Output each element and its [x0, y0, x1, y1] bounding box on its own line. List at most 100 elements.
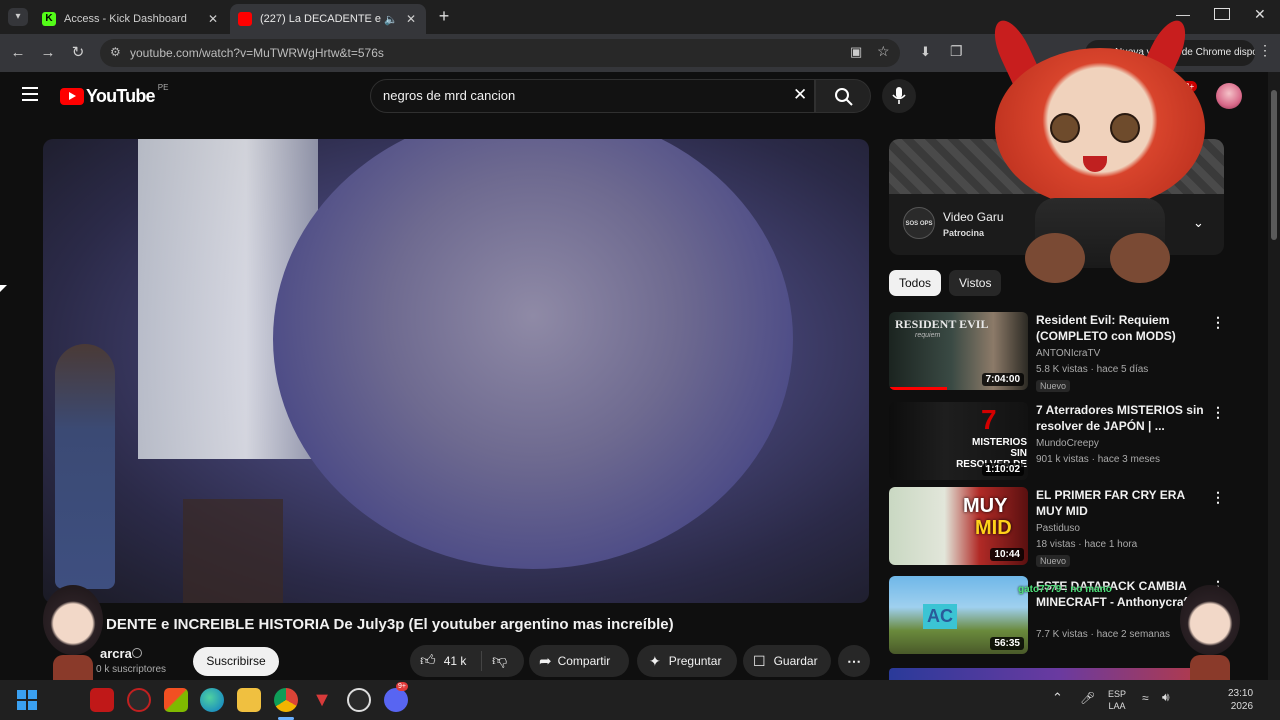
page-scrollbar[interactable] — [1268, 72, 1280, 680]
obs-icon[interactable] — [347, 688, 371, 712]
search-box[interactable]: negros de mrd cancion ✕ — [370, 79, 815, 113]
subscribe-button[interactable]: Suscribirse — [193, 647, 279, 676]
volume-icon[interactable]: 🔊︎ — [1162, 690, 1170, 705]
list-item[interactable]: RESIDENT EVIL requiem 7:04:00 Resident E… — [889, 312, 1229, 392]
thumb-text: AC — [923, 604, 957, 629]
windows-start-icon[interactable] — [17, 690, 37, 710]
clock-date: 2026 — [1230, 701, 1254, 712]
discord-icon[interactable]: 9+ — [384, 682, 408, 712]
search-icon — [835, 88, 853, 106]
close-window-button[interactable]: ✕ — [1254, 6, 1266, 23]
voice-search-button[interactable] — [882, 79, 916, 113]
video-thumbnail[interactable]: RESIDENT EVIL requiem 7:04:00 — [889, 312, 1028, 390]
chevron-up-icon[interactable]: ⌃ — [1052, 690, 1063, 706]
forward-button[interactable]: → — [38, 43, 58, 63]
kick-icon: K — [42, 12, 56, 26]
more-icon[interactable]: ⋮ — [1211, 314, 1225, 331]
video-title[interactable]: 7 Aterradores MISTERIOS sin resolver de … — [1036, 402, 1206, 434]
channel-name[interactable]: ANTONIcraTV — [1036, 348, 1100, 359]
video-player[interactable] — [43, 139, 869, 603]
microphone-tray-icon[interactable]: 🎤︎ — [1080, 691, 1095, 705]
app-icon-security[interactable] — [127, 688, 151, 712]
more-icon[interactable]: ⋮ — [1211, 404, 1225, 421]
app-icon-v[interactable]: ▼ — [310, 688, 334, 712]
cast-icon[interactable]: ▣ — [850, 44, 862, 60]
logo-text: YouTube — [86, 86, 156, 106]
channel-name[interactable]: Pastiduso — [1036, 523, 1080, 534]
thumb-text: MUY — [963, 495, 1008, 517]
search-button[interactable] — [815, 79, 871, 113]
url-text[interactable]: youtube.com/watch?v=MuTWRWgHrtw&t=576s — [130, 46, 384, 60]
ask-button[interactable]: ✦ Preguntar — [637, 645, 737, 677]
video-title[interactable]: Resident Evil: Requiem (COMPLETO con MOD… — [1036, 312, 1206, 344]
video-meta: 7.7 K vistas · hace 2 semanas — [1036, 629, 1170, 640]
video-frame-chair — [183, 499, 283, 603]
language-indicator[interactable]: ESP LAA — [1108, 688, 1126, 712]
list-item[interactable]: MUY MID 10:44 EL PRIMER FAR CRY ERA MUY … — [889, 487, 1229, 567]
close-tab-icon[interactable]: ✕ — [404, 12, 418, 26]
microphone-icon — [892, 87, 906, 104]
thumb-subtext: requiem — [915, 332, 941, 339]
tab-title: Access - Kick Dashboard — [64, 13, 187, 25]
ad-logo: SOS OPS — [903, 207, 935, 239]
video-title[interactable]: EL PRIMER FAR CRY ERA MUY MID — [1036, 487, 1206, 519]
more-icon[interactable]: ⋮ — [1211, 489, 1225, 506]
extensions-icon[interactable]: ❐ — [950, 43, 963, 60]
bookmark-icon: ☐ — [753, 652, 766, 669]
clock[interactable]: 23:10 2026 — [1228, 687, 1253, 713]
verified-icon — [132, 648, 142, 658]
save-label: Guardar — [773, 654, 818, 668]
site-info-icon[interactable]: ⚙ — [110, 45, 121, 59]
tab-kick-dashboard[interactable]: K Access - Kick Dashboard ✕ — [34, 4, 228, 34]
clear-search-icon[interactable]: ✕ — [793, 85, 807, 105]
download-icon[interactable]: ⬇ — [920, 44, 931, 60]
chrome-menu-icon[interactable]: ⋮ — [1258, 42, 1272, 59]
video-frame-face — [273, 139, 793, 569]
chrome-icon[interactable] — [274, 688, 298, 712]
channel-name[interactable]: MundoCreepy — [1036, 438, 1099, 449]
close-tab-icon[interactable]: ✕ — [206, 12, 220, 26]
bookmark-star-icon[interactable]: ☆ — [877, 43, 890, 60]
video-thumbnail[interactable]: AC 56:35 — [889, 576, 1028, 654]
tab-search-button[interactable]: ▾ — [8, 8, 28, 26]
share-button[interactable]: ➦ Compartir — [529, 645, 629, 677]
reload-button[interactable]: ↻ — [68, 43, 88, 63]
video-thumbnail[interactable]: MUY MID 10:44 — [889, 487, 1028, 565]
search-input[interactable]: negros de mrd cancion — [383, 88, 515, 103]
back-button[interactable]: ← — [8, 43, 28, 63]
chip-label: Todos — [899, 276, 932, 290]
discord-badge: 9+ — [396, 682, 408, 691]
list-item[interactable]: 7 MISTERIOS SIN RESOLVER DE 1:10:02 7 At… — [889, 402, 1229, 482]
thumb-text: RESIDENT EVIL — [895, 317, 989, 331]
windows-taskbar: ▼ 9+ ⌃ 🎤︎ ESP LAA ≈ 🔊︎ 23:10 2026 — [0, 680, 1280, 720]
address-bar[interactable]: ⚙ youtube.com/watch?v=MuTWRWgHrtw&t=576s… — [100, 39, 900, 67]
tab-youtube-video[interactable]: (227) La DECADENTE e INC 🔈 ✕ — [230, 4, 426, 34]
menu-icon[interactable] — [22, 87, 38, 101]
save-button[interactable]: ☐ Guardar — [743, 645, 831, 677]
video-duration: 56:35 — [990, 637, 1024, 650]
mascot-overlay-large — [980, 14, 1220, 298]
thumb-subtext: MID — [975, 517, 1012, 539]
wifi-icon[interactable]: ≈ — [1142, 691, 1149, 705]
youtube-logo[interactable]: YouTube PE — [60, 83, 169, 107]
new-badge: Nuevo — [1036, 380, 1071, 392]
app-icon-red[interactable] — [90, 688, 114, 712]
sparkle-icon: ✦ — [649, 652, 661, 669]
video-thumbnail[interactable]: 7 MISTERIOS SIN RESOLVER DE 1:10:02 — [889, 402, 1028, 480]
new-tab-button[interactable]: + — [434, 6, 454, 26]
like-count: 41 k — [443, 654, 467, 668]
ad-logo-text: SOS OPS — [905, 221, 933, 227]
more-actions-button[interactable]: ⋯ — [838, 645, 870, 677]
file-explorer-icon[interactable] — [237, 688, 261, 712]
chat-overlay-message: gato7779 : no mano — [1018, 584, 1112, 595]
speaker-icon[interactable]: 🔈 — [384, 13, 398, 26]
video-title: DENTE e INCREIBLE HISTORIA De July3p (El… — [106, 616, 674, 633]
microsoft-store-icon[interactable] — [164, 688, 188, 712]
like-button[interactable]: 👍︎ 41 k — [410, 651, 482, 671]
thumbs-up-icon: 👍︎ — [420, 652, 436, 669]
share-icon: ➦ — [539, 653, 552, 670]
chip-all[interactable]: Todos — [889, 270, 942, 296]
dislike-button[interactable]: 👎︎ — [482, 652, 507, 670]
region-code: PE — [157, 83, 169, 92]
edge-icon[interactable] — [200, 688, 224, 712]
